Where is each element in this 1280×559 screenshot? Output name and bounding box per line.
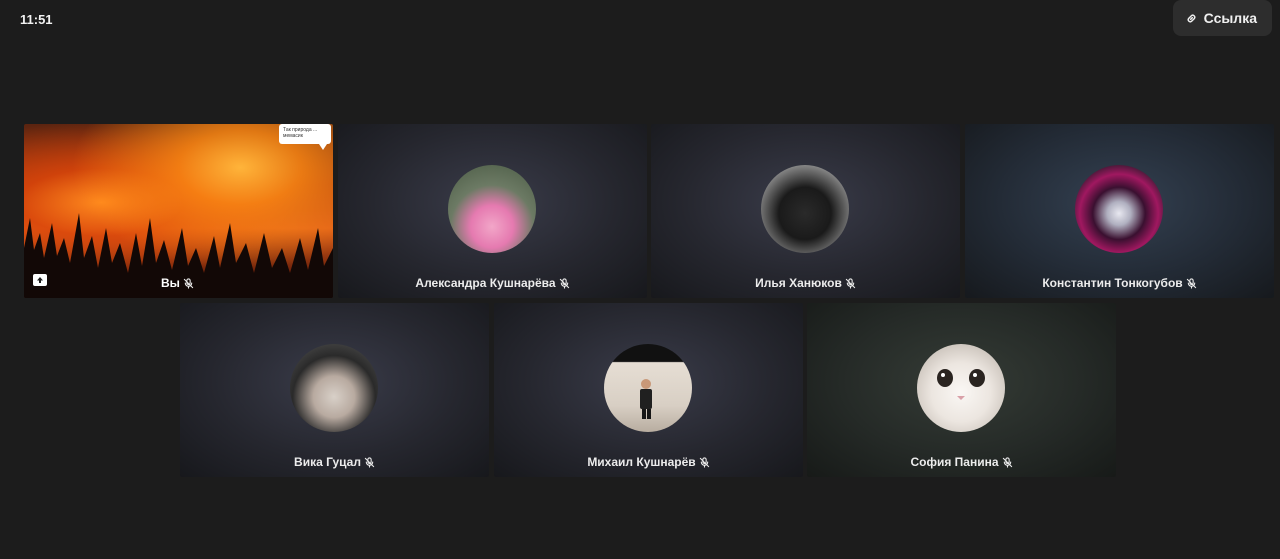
copy-link-button[interactable]: Ссылка (1172, 0, 1272, 36)
participant-name-row: Александра Кушнарёва (338, 276, 647, 290)
sticker-bubble: Так природа ... мемасик (279, 124, 331, 150)
mic-off-icon (364, 456, 375, 468)
participant-name-row: Вика Гуцал (180, 455, 489, 469)
mic-off-icon (699, 456, 709, 468)
participant-name: Илья Ханюков (755, 276, 842, 290)
upload-icon (37, 277, 43, 283)
mic-off-icon (559, 277, 569, 289)
cat-avatar (917, 344, 1005, 432)
participant-tile[interactable]: Александра Кушнарёва (338, 124, 647, 298)
boy-figure (640, 379, 652, 419)
participant-name: Константин Тонкогубов (1042, 276, 1183, 290)
boy-photo-avatar (604, 344, 692, 432)
anime-character-avatar (290, 344, 378, 432)
self-name-row: Вы (161, 276, 194, 290)
participant-tile[interactable]: Илья Ханюков (651, 124, 960, 298)
status-time: 11:51 (20, 12, 53, 27)
participant-name-row: Константин Тонкогубов (965, 276, 1274, 290)
mic-off-icon (1002, 456, 1012, 468)
girl-with-cake-avatar (448, 165, 536, 253)
soldier-avatar (761, 165, 849, 253)
copy-link-label: Ссылка (1203, 10, 1257, 26)
screen-share-icon[interactable] (33, 274, 47, 286)
participant-name: Михаил Кушнарёв (587, 455, 696, 469)
participant-name: Александра Кушнарёва (415, 276, 556, 290)
mic-off-icon (845, 277, 856, 289)
participant-tile[interactable]: Михаил Кушнарёв (494, 303, 803, 477)
participant-tile[interactable]: София Панина (807, 303, 1116, 477)
participant-tile[interactable]: Вика Гуцал (180, 303, 489, 477)
participant-name-row: Илья Ханюков (651, 276, 960, 290)
participant-name: Вика Гуцал (294, 455, 361, 469)
cat-face (937, 369, 985, 400)
participant-name: София Панина (910, 455, 999, 469)
participant-name-row: Михаил Кушнарёв (494, 455, 803, 469)
mic-off-icon (183, 277, 194, 289)
self-name: Вы (161, 276, 180, 290)
participant-name-row: София Панина (807, 455, 1116, 469)
self-video-tile[interactable]: Так природа ... мемасик Вы (24, 124, 333, 298)
skull-avatar (1075, 165, 1163, 253)
participant-tile[interactable]: Константин Тонкогубов (965, 124, 1274, 298)
mic-off-icon (1186, 277, 1196, 289)
link-icon (1187, 14, 1196, 22)
